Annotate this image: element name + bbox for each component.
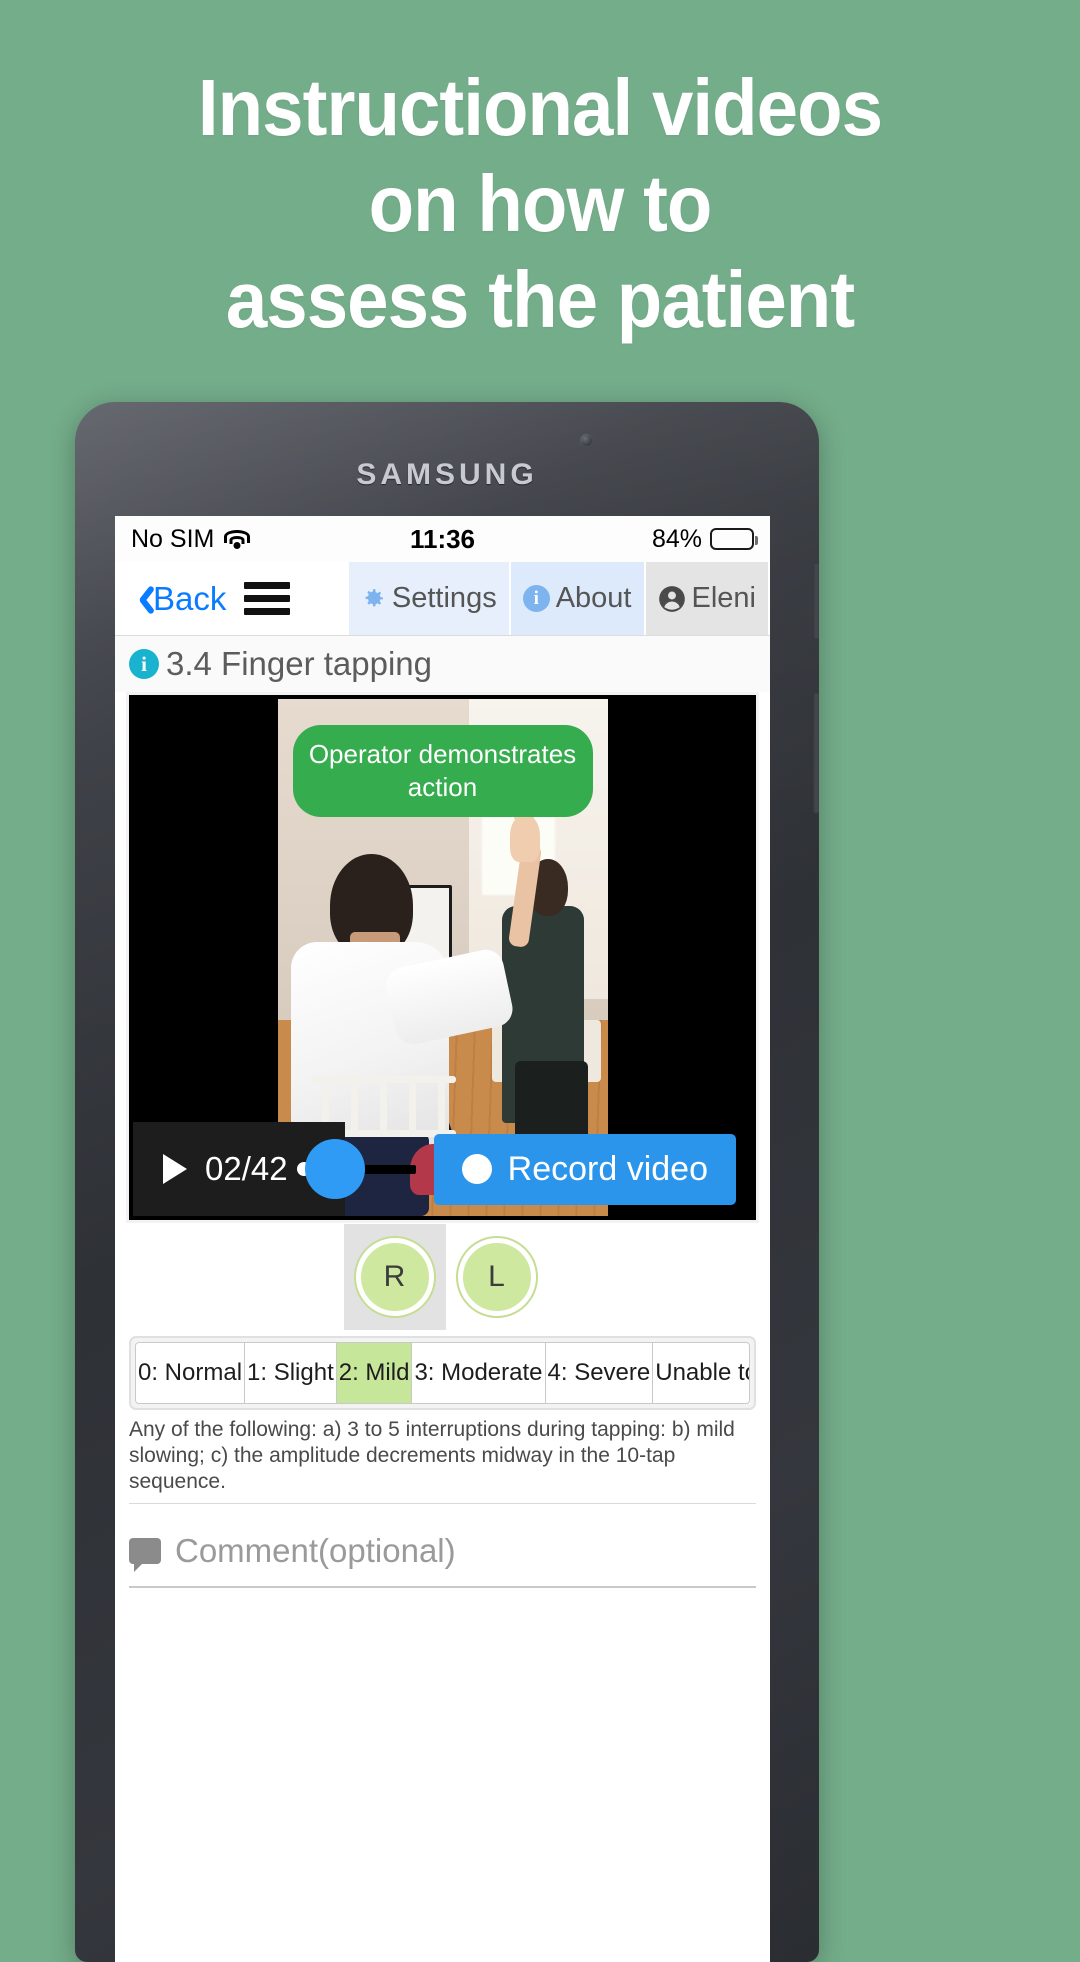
side-option-left-label: L: [457, 1238, 536, 1316]
tablet-device-mockup: SAMSUNG No SIM 11:36 84% Back Settings i…: [75, 402, 819, 1962]
rating-option-unable[interactable]: Unable to rate: [653, 1343, 749, 1403]
hamburger-menu-icon[interactable]: [244, 582, 291, 615]
rating-scale: 0: Normal 1: Slight 2: Mild 3: Moderate …: [129, 1336, 756, 1410]
video-seek-slider[interactable]: [297, 1139, 416, 1199]
device-brand: SAMSUNG: [75, 458, 819, 492]
section-title: 3.4 Finger tapping: [166, 645, 433, 682]
info-icon[interactable]: i: [129, 649, 159, 679]
status-right: 84%: [651, 524, 758, 554]
record-dot-icon: [461, 1154, 492, 1184]
video-controls: 02/42 Record video: [133, 1122, 752, 1216]
battery-percent-label: 84%: [651, 524, 702, 553]
settings-button[interactable]: Settings: [348, 562, 511, 635]
headline-line-2: on how to: [368, 159, 713, 248]
volume-button[interactable]: [813, 562, 819, 640]
info-icon: i: [522, 585, 550, 612]
video-overlay-label: Operator demonstrates action: [292, 725, 593, 817]
power-button[interactable]: [813, 692, 819, 814]
device-brand-label: SAMSUNG: [356, 458, 538, 491]
rating-option-2[interactable]: 2: Mild: [336, 1343, 413, 1403]
comment-field[interactable]: Comment(optional): [129, 1532, 756, 1588]
battery-icon: [710, 528, 758, 550]
video-timecode: 02/42: [205, 1150, 288, 1187]
rating-option-4[interactable]: 4: Severe: [545, 1343, 654, 1403]
front-camera-icon: [580, 434, 593, 447]
video-player[interactable]: Operator demonstrates action 02/42 Recor…: [126, 692, 759, 1223]
comment-placeholder: Comment(optional): [175, 1532, 456, 1569]
app-toolbar: Back Settings i About Eleni: [115, 562, 770, 636]
headline-line-3: assess the patient: [225, 255, 855, 344]
tablet-screen: No SIM 11:36 84% Back Settings i About E…: [115, 516, 770, 1962]
comment-bubble-icon: [129, 1538, 161, 1572]
page-title: Instructional videos on how to assess th…: [38, 60, 1042, 348]
play-icon[interactable]: [163, 1154, 187, 1184]
side-option-right-label: R: [355, 1238, 434, 1316]
side-option-right[interactable]: R: [343, 1224, 446, 1330]
side-selector: R L: [115, 1224, 770, 1330]
rating-option-3[interactable]: 3: Moderate: [412, 1343, 546, 1403]
rating-option-1[interactable]: 1: Slight: [245, 1343, 337, 1403]
rating-scale-row: 0: Normal 1: Slight 2: Mild 3: Moderate …: [135, 1342, 750, 1404]
record-video-label: Record video: [507, 1149, 708, 1188]
user-account-label: Eleni: [691, 582, 757, 614]
about-button[interactable]: i About: [510, 562, 646, 635]
settings-button-label: Settings: [391, 582, 497, 614]
video-surface: Operator demonstrates action 02/42 Recor…: [133, 699, 752, 1216]
toolbar-actions: Settings i About Eleni: [348, 562, 770, 635]
headline-line-1: Instructional videos: [197, 63, 883, 152]
about-button-label: About: [555, 582, 632, 614]
rating-description: Any of the following: a) 3 to 5 interrup…: [129, 1417, 756, 1504]
seek-thumb[interactable]: [305, 1139, 365, 1199]
record-video-button[interactable]: Record video: [433, 1133, 736, 1205]
rating-option-0[interactable]: 0: Normal: [136, 1343, 246, 1403]
back-button-label: Back: [153, 579, 227, 617]
back-button[interactable]: Back: [131, 580, 226, 618]
chevron-left-icon: [131, 583, 149, 615]
side-option-left[interactable]: L: [446, 1224, 548, 1330]
section-header: i 3.4 Finger tapping: [115, 636, 770, 692]
gear-icon: [361, 586, 386, 611]
person-icon: [658, 585, 686, 613]
status-bar: No SIM 11:36 84%: [115, 516, 770, 562]
user-account-button[interactable]: Eleni: [645, 562, 770, 635]
